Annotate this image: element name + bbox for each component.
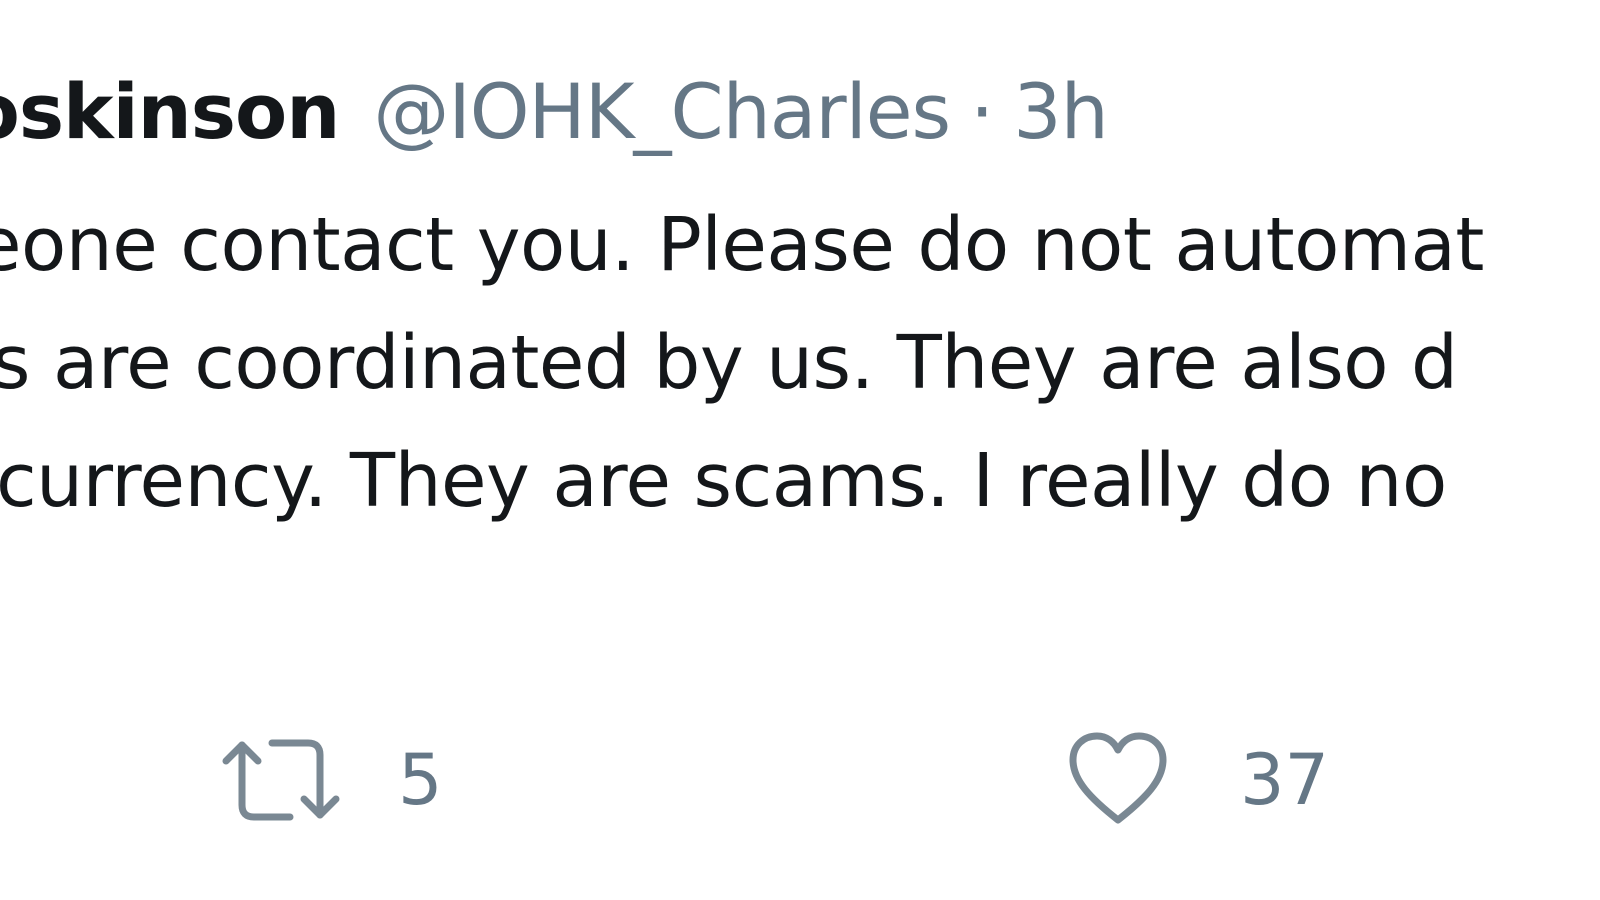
like-button[interactable]: 37 bbox=[1068, 720, 1329, 840]
tweet-text-line: currency. They are scams. I really do no bbox=[0, 438, 1447, 524]
heart-icon bbox=[1068, 732, 1168, 828]
tweet-header: Hoskinson @IOHK_Charles·3h bbox=[0, 62, 1109, 162]
tweet-text-line: eone contact you. Please do not automat bbox=[0, 202, 1484, 288]
retweet-count: 5 bbox=[398, 739, 443, 821]
tweet-actions: 5 37 bbox=[0, 720, 1600, 840]
separator-dot: · bbox=[970, 67, 994, 156]
user-handle[interactable]: @IOHK_Charles bbox=[373, 67, 951, 156]
tweet-timestamp[interactable]: 3h bbox=[1013, 67, 1109, 156]
tweet-text-line: rs are coordinated by us. They are also … bbox=[0, 320, 1458, 406]
display-name[interactable]: Hoskinson bbox=[0, 67, 340, 156]
tweet: Hoskinson @IOHK_Charles·3h eone contact y… bbox=[0, 0, 1600, 900]
tweet-body: eone contact you. Please do not automat … bbox=[0, 186, 1508, 540]
retweet-icon bbox=[222, 735, 340, 825]
like-count: 37 bbox=[1240, 739, 1330, 821]
retweet-button[interactable]: 5 bbox=[222, 720, 443, 840]
